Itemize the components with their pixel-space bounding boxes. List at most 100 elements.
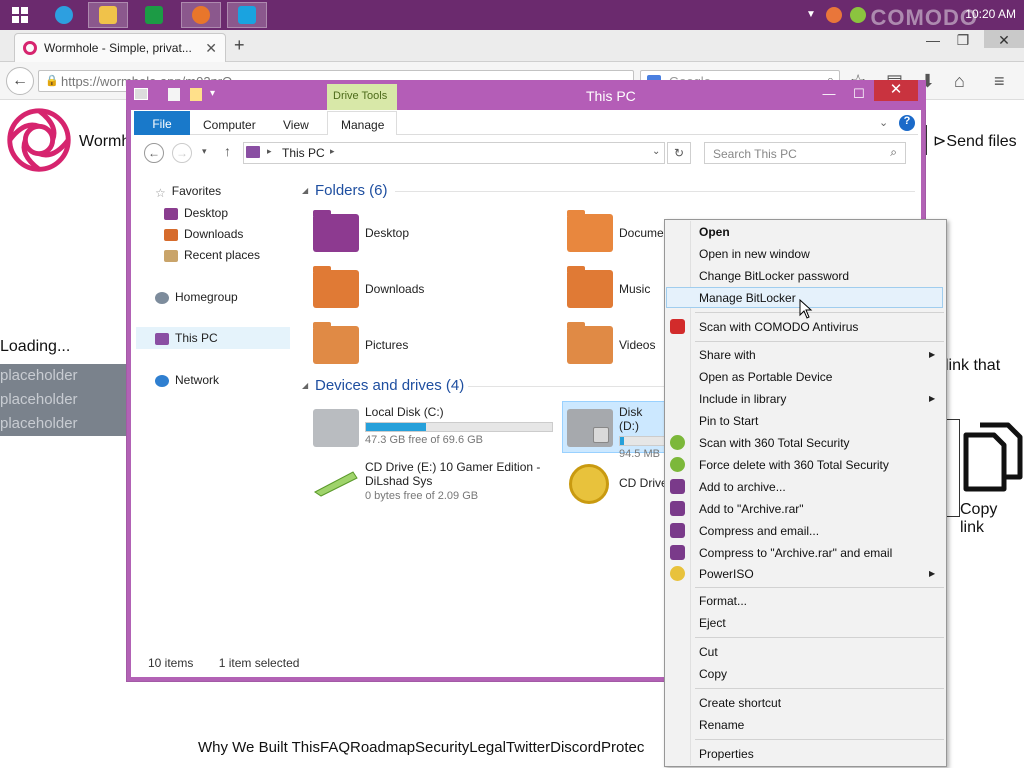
menu-copy[interactable]: Copy bbox=[699, 667, 727, 681]
send-files-link[interactable]: ⊳Send files bbox=[933, 131, 1017, 151]
nav-downloads[interactable]: Downloads bbox=[164, 227, 243, 241]
mouse-cursor-icon bbox=[799, 299, 813, 319]
menu-create-shortcut[interactable]: Create shortcut bbox=[699, 696, 781, 710]
qa-dropdown-icon[interactable]: ▾ bbox=[210, 88, 215, 99]
copy-icon[interactable] bbox=[958, 421, 1024, 497]
nav-network[interactable]: Network bbox=[155, 373, 219, 387]
menu-open-new-window[interactable]: Open in new window bbox=[699, 247, 810, 261]
taskbar-firefox[interactable] bbox=[181, 2, 221, 28]
help-icon[interactable]: ? bbox=[899, 115, 915, 131]
collapse-folders-icon[interactable]: ◢ bbox=[302, 186, 308, 195]
explorer-maximize[interactable]: ☐ bbox=[844, 84, 874, 104]
menu-poweriso[interactable]: PowerISO bbox=[699, 567, 754, 581]
ribbon-file-tab[interactable]: File bbox=[134, 111, 190, 135]
menu-scan-comodo[interactable]: Scan with COMODO Antivirus bbox=[699, 320, 858, 334]
newfolder-qa-icon[interactable] bbox=[190, 88, 202, 101]
nav-homegroup[interactable]: Homegroup bbox=[155, 290, 238, 304]
refresh-button[interactable]: ↻ bbox=[667, 142, 691, 164]
taskbar-green-app[interactable] bbox=[134, 2, 174, 28]
nav-favorites[interactable]: ☆ Favorites bbox=[155, 184, 221, 200]
menu-manage-bitlocker[interactable]: Manage BitLocker bbox=[699, 291, 796, 305]
footer-legal[interactable]: Legal bbox=[469, 739, 506, 756]
menu-open[interactable]: Open bbox=[699, 225, 730, 239]
nav-recent[interactable]: Recent places bbox=[164, 248, 260, 262]
taskbar-skype[interactable] bbox=[227, 2, 267, 28]
up-arrow-icon[interactable]: ↑ bbox=[224, 143, 231, 159]
browser-tab[interactable]: Wormhole - Simple, privat... ✕ bbox=[14, 33, 226, 62]
explorer-close[interactable]: ✕ bbox=[874, 80, 918, 101]
restore-button[interactable]: ❐ bbox=[948, 32, 978, 49]
taskbar-ie[interactable] bbox=[44, 2, 84, 28]
clock[interactable]: 10:20 AM bbox=[965, 7, 1016, 21]
menu-scan-360[interactable]: Scan with 360 Total Security bbox=[699, 436, 850, 450]
menu-properties[interactable]: Properties bbox=[699, 747, 754, 761]
folder-videos[interactable]: Videos bbox=[567, 322, 655, 364]
tray-comodo-icon[interactable] bbox=[826, 7, 842, 23]
menu-add-archive[interactable]: Add to archive... bbox=[699, 480, 786, 494]
properties-qa-icon[interactable] bbox=[168, 88, 180, 101]
explorer-forward-button[interactable]: → bbox=[172, 143, 192, 163]
folder-music[interactable]: Music bbox=[567, 266, 650, 308]
menu-compress-rar-email[interactable]: Compress to "Archive.rar" and email bbox=[699, 546, 892, 560]
folder-documents[interactable]: Docume bbox=[567, 210, 664, 252]
menu-rename[interactable]: Rename bbox=[699, 718, 744, 732]
footer-protect[interactable]: Protec bbox=[601, 739, 644, 756]
360-security-icon bbox=[670, 457, 685, 472]
folder-desktop[interactable]: Desktop bbox=[313, 210, 409, 252]
lock-icon: 🔒 bbox=[45, 75, 59, 87]
menu-include-library[interactable]: Include in library bbox=[699, 392, 786, 406]
devices-header[interactable]: Devices and drives (4) bbox=[315, 377, 464, 394]
taskbar-explorer[interactable] bbox=[88, 2, 128, 28]
explorer-minimize[interactable]: — bbox=[814, 84, 844, 104]
menu-add-archive-rar[interactable]: Add to "Archive.rar" bbox=[699, 502, 804, 516]
ribbon-expand-icon[interactable]: ⌄ bbox=[879, 116, 888, 129]
menu-force-delete-360[interactable]: Force delete with 360 Total Security bbox=[699, 458, 889, 472]
new-tab-button[interactable]: + bbox=[234, 35, 245, 56]
tray-360-icon[interactable] bbox=[850, 7, 866, 23]
menu-cut[interactable]: Cut bbox=[699, 645, 718, 659]
explorer-search[interactable]: Search This PC ⌕ bbox=[704, 142, 906, 164]
folder-downloads[interactable]: Downloads bbox=[313, 266, 424, 308]
footer-why[interactable]: Why We Built This bbox=[198, 739, 320, 756]
winrar-icon bbox=[670, 545, 685, 560]
desktop-folder-icon bbox=[313, 210, 359, 252]
menu-format[interactable]: Format... bbox=[699, 594, 747, 608]
footer-discord[interactable]: Discord bbox=[550, 739, 601, 756]
breadcrumb-arrow-icon: ▸ bbox=[330, 146, 335, 156]
tab-close-icon[interactable]: ✕ bbox=[205, 40, 217, 57]
tray-expand-icon[interactable]: ▼ bbox=[806, 9, 816, 20]
footer-twitter[interactable]: Twitter bbox=[506, 739, 550, 756]
menu-compress-email[interactable]: Compress and email... bbox=[699, 524, 819, 538]
ribbon-view-tab[interactable]: View bbox=[283, 118, 309, 132]
footer-security[interactable]: Security bbox=[415, 739, 469, 756]
menu-eject[interactable]: Eject bbox=[699, 616, 726, 630]
minimize-button[interactable]: — bbox=[918, 32, 948, 48]
folders-header[interactable]: Folders (6) bbox=[315, 182, 388, 199]
explorer-titlebar[interactable] bbox=[126, 80, 926, 110]
copy-link-label[interactable]: Copy link bbox=[960, 501, 1024, 537]
menu-pin-start[interactable]: Pin to Start bbox=[699, 414, 758, 428]
explorer-back-button[interactable]: ← bbox=[144, 143, 164, 163]
nav-desktop[interactable]: Desktop bbox=[164, 206, 228, 220]
start-button[interactable] bbox=[0, 2, 40, 28]
footer-faq[interactable]: FAQ bbox=[320, 739, 350, 756]
back-button[interactable]: ← bbox=[6, 67, 34, 95]
menu-icon[interactable]: ≡ bbox=[994, 71, 1005, 92]
drive-tools-tab[interactable]: Drive Tools bbox=[327, 84, 397, 110]
ribbon-manage-tab[interactable]: Manage bbox=[327, 111, 397, 135]
collapse-devices-icon[interactable]: ◢ bbox=[302, 381, 308, 390]
drive-f-name: CD Drive bbox=[619, 476, 668, 490]
footer-roadmap[interactable]: Roadmap bbox=[350, 739, 415, 756]
hard-drive-icon bbox=[313, 409, 359, 447]
menu-separator bbox=[695, 312, 944, 313]
home-icon[interactable]: ⌂ bbox=[954, 71, 965, 92]
menu-change-bitlocker[interactable]: Change BitLocker password bbox=[699, 269, 849, 283]
nav-thispc[interactable]: This PC bbox=[155, 331, 218, 345]
close-browser-button[interactable]: ✕ bbox=[984, 30, 1024, 48]
menu-share-with[interactable]: Share with bbox=[699, 348, 756, 362]
ribbon-computer-tab[interactable]: Computer bbox=[203, 118, 256, 132]
recent-locations-icon[interactable]: ▾ bbox=[202, 146, 207, 157]
menu-open-portable[interactable]: Open as Portable Device bbox=[699, 370, 832, 384]
address-dropdown-icon[interactable]: ⌄ bbox=[652, 146, 660, 157]
folder-pictures[interactable]: Pictures bbox=[313, 322, 408, 364]
